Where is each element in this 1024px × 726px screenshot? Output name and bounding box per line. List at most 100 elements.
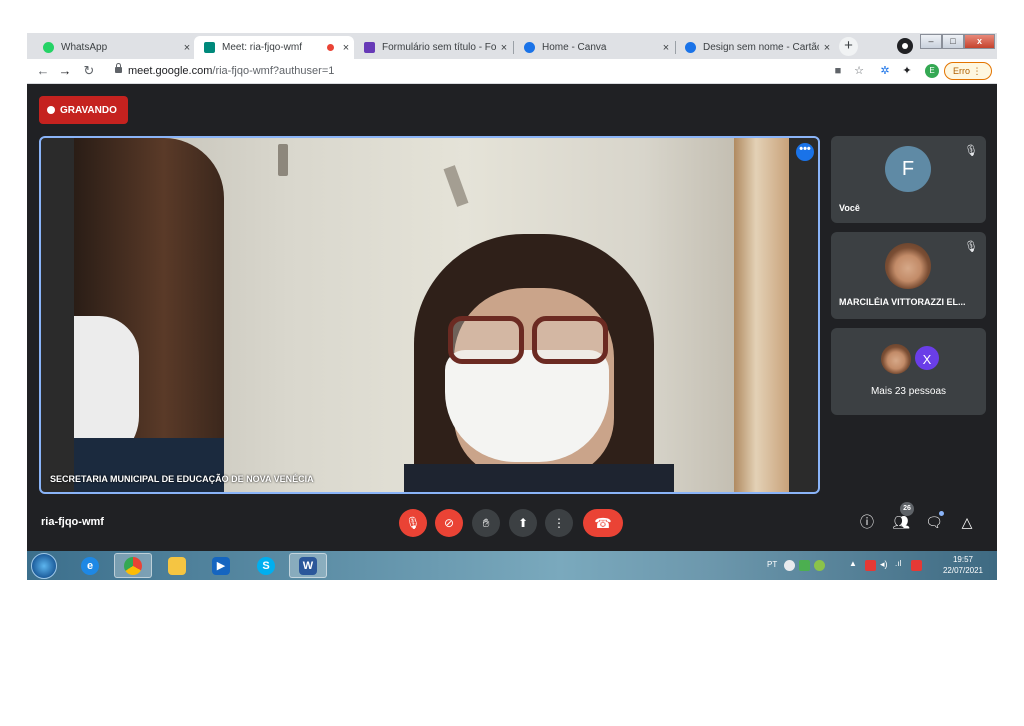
chrome-icon	[124, 556, 142, 575]
url-path: /ria-fjqo-wmf?authuser=1	[212, 65, 335, 77]
chrome-taskbar-button[interactable]	[114, 553, 152, 578]
tile-more-options-button[interactable]: •••	[796, 143, 814, 161]
close-icon[interactable]: ×	[496, 42, 512, 54]
tab-canva-design[interactable]: Design sem nome - Cartão ×	[675, 36, 835, 59]
lock-icon[interactable]	[115, 63, 122, 73]
recording-badge[interactable]: GRAVANDO	[39, 96, 128, 124]
raise-hand-icon: ✋︎	[482, 516, 490, 530]
whatsapp-icon	[43, 42, 54, 53]
meeting-info-icon[interactable]: ⓘ	[857, 512, 877, 532]
show-hidden-icons-icon[interactable]: ▲	[849, 559, 860, 570]
extension-gear-icon[interactable]: ✲	[878, 64, 892, 78]
camera-in-use-icon[interactable]: ■	[831, 64, 845, 78]
participant-video	[74, 138, 789, 492]
taskbar: e ▶ S W PT ▲ ◂) .ıl 19:57 22/07/2021	[27, 551, 997, 580]
tile-name: Você	[839, 203, 860, 213]
glasses	[448, 316, 610, 368]
forward-arrow-icon[interactable]: →	[57, 63, 73, 79]
right-person-shirt	[404, 464, 674, 492]
close-icon[interactable]: ×	[819, 42, 835, 54]
participant-tile[interactable]: 🎙︎ MARCILÉIA VITTORAZZI EL...	[831, 232, 986, 319]
language-indicator[interactable]: PT	[767, 560, 777, 569]
raise-hand-button[interactable]: ✋︎	[472, 509, 500, 537]
more-options-button[interactable]: ⋮	[545, 509, 573, 537]
wall-hook	[443, 165, 469, 207]
media-player-icon: ▶	[212, 556, 230, 575]
mic-off-icon: 🎙︎	[964, 145, 978, 157]
mic-toggle-button[interactable]: 🎙︎	[399, 509, 427, 537]
tab-title: Meet: ria-fjqo-wmf	[222, 42, 303, 53]
url-host: meet.google.com	[128, 65, 213, 77]
screen: WhatsApp × Meet: ria-fjqo-wmf × Formulár…	[27, 33, 997, 580]
start-button[interactable]	[31, 553, 57, 579]
main-video-tile[interactable]: ••• SECRETARIA MUNICIPAL DE EDUCAÇÃO DE …	[39, 136, 820, 494]
avatar	[881, 344, 911, 374]
network-tray-icon[interactable]	[799, 560, 810, 571]
more-vert-icon: ⋮	[972, 66, 982, 76]
clock-date: 22/07/2021	[942, 566, 984, 575]
tab-title: Design sem nome - Cartão	[703, 42, 819, 53]
camera-toggle-button[interactable]: ⊘	[435, 509, 463, 537]
close-icon[interactable]: ×	[658, 42, 674, 54]
chat-notification-dot	[939, 511, 944, 516]
extensions-puzzle-icon[interactable]: ✦	[900, 64, 914, 78]
tab-search-icon[interactable]	[897, 38, 913, 54]
url-field[interactable]: meet.google.com/ria-fjqo-wmf?authuser=1	[128, 65, 334, 77]
chrome-tray-icon[interactable]	[784, 560, 795, 571]
tab-canva-home[interactable]: Home - Canva ×	[514, 36, 674, 59]
back-arrow-icon[interactable]: ←	[35, 63, 51, 79]
battery-tray-icon[interactable]	[865, 560, 876, 571]
avatar	[885, 243, 931, 289]
more-participants-label: Mais 23 pessoas	[870, 386, 947, 397]
more-participants-tile[interactable]: X Mais 23 pessoas	[831, 328, 986, 415]
address-bar-row: ← → ↻ meet.google.com/ria-fjqo-wmf?authu…	[27, 59, 997, 84]
meeting-code: ria-fjqo-wmf	[41, 516, 104, 528]
camera-off-icon: ⊘	[443, 516, 455, 530]
action-center-flag-icon[interactable]	[911, 560, 922, 571]
word-taskbar-button[interactable]: W	[289, 553, 327, 578]
present-screen-icon: ⬆	[517, 516, 529, 530]
avatar: F	[885, 146, 931, 192]
more-vert-icon: ⋮	[553, 516, 565, 530]
meet-icon	[204, 42, 215, 53]
tab-strip: WhatsApp × Meet: ria-fjqo-wmf × Formulár…	[27, 33, 997, 59]
canva-icon	[685, 42, 696, 53]
clock-time: 19:57	[952, 555, 974, 564]
new-tab-button[interactable]: +	[839, 37, 858, 56]
avatar: X	[913, 344, 941, 372]
maximize-button[interactable]: □	[942, 34, 964, 49]
tab-title: Formulário sem título - Formul	[382, 42, 496, 53]
hangup-button[interactable]: ☎︎	[583, 509, 623, 537]
word-icon: W	[299, 556, 317, 575]
taskbar-clock[interactable]: 19:57 22/07/2021	[933, 554, 993, 576]
close-icon[interactable]: ×	[179, 42, 195, 54]
hangup-icon: ☎︎	[594, 515, 612, 531]
activities-icon[interactable]: △	[957, 512, 977, 532]
close-icon[interactable]: ×	[338, 42, 354, 54]
door-frame	[734, 138, 789, 492]
bookmark-star-icon[interactable]: ☆	[852, 64, 866, 78]
volume-icon[interactable]: ◂)	[880, 559, 891, 570]
present-button[interactable]: ⬆	[509, 509, 537, 537]
tab-forms[interactable]: Formulário sem título - Formul ×	[354, 36, 512, 59]
ie-taskbar-button[interactable]: e	[71, 553, 109, 578]
skype-taskbar-button[interactable]: S	[247, 553, 285, 578]
tab-meet[interactable]: Meet: ria-fjqo-wmf ×	[194, 36, 354, 59]
tab-whatsapp[interactable]: WhatsApp ×	[33, 36, 195, 59]
signal-icon[interactable]: .ıl	[895, 559, 906, 570]
ie-icon: e	[81, 556, 99, 575]
explorer-taskbar-button[interactable]	[158, 553, 196, 578]
mic-off-icon: 🎙︎	[405, 516, 421, 530]
minimize-button[interactable]: –	[920, 34, 942, 49]
self-tile[interactable]: F 🎙︎ Você	[831, 136, 986, 223]
profile-avatar[interactable]: E	[925, 64, 939, 78]
window-controls: – □ x	[920, 34, 995, 49]
media-taskbar-button[interactable]: ▶	[202, 553, 240, 578]
tile-name: MARCILÉIA VITTORAZZI EL...	[839, 297, 966, 307]
reload-icon[interactable]: ↻	[81, 63, 97, 79]
recording-dot-icon	[327, 44, 334, 51]
window-close-button[interactable]: x	[964, 34, 995, 49]
error-chip[interactable]: Erro ⋮	[944, 62, 992, 80]
app-tray-icon[interactable]	[814, 560, 825, 571]
participant-count-badge: 26	[900, 502, 914, 516]
